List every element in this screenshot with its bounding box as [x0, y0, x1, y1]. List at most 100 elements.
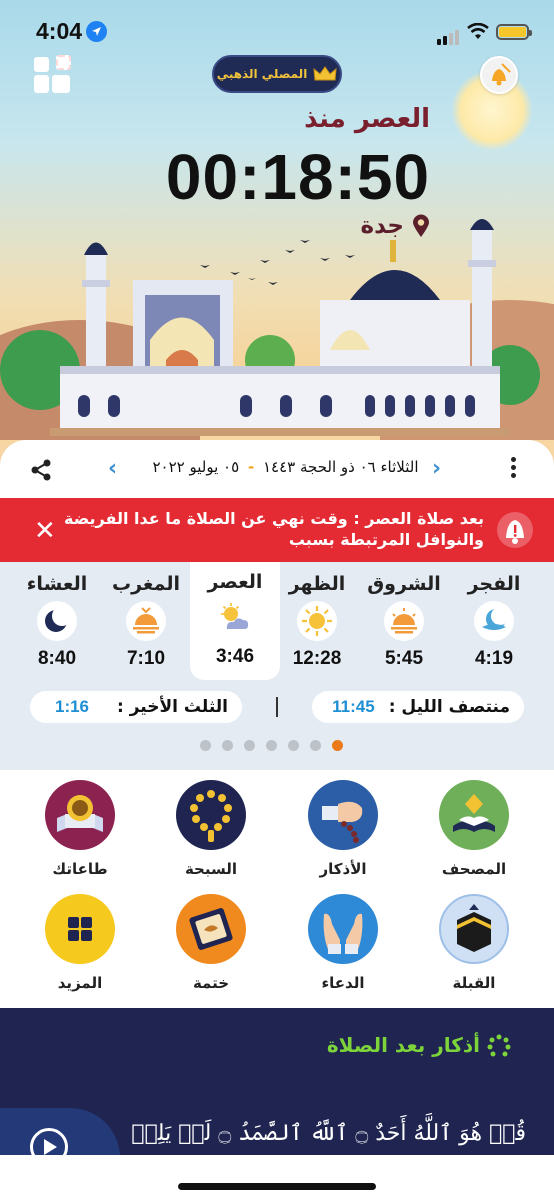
- bell-icon: [492, 63, 511, 86]
- feature-more[interactable]: المزيد: [20, 894, 140, 992]
- feature-achievements[interactable]: طاعاتك: [20, 780, 140, 878]
- midnight-pill: منتصف الليل : 11:45: [312, 691, 524, 723]
- prayer-panel: ‹ الثلاثاء ٠٦ ذو الحجة ١٤٤٣ - ٠٥ يوليو ٢…: [0, 440, 554, 770]
- feature-dua[interactable]: الدعاء: [283, 894, 403, 992]
- wifi-icon: [467, 23, 489, 39]
- medal-icon: [45, 780, 115, 850]
- dua-hands-icon: [308, 894, 378, 964]
- time-since-label: العصر منذ: [304, 104, 430, 134]
- alert-text: بعد صلاة العصر : وقت نهي عن الصلاة ما عد…: [64, 509, 484, 549]
- feature-label: السبحة: [184, 860, 238, 878]
- status-time: 4:04: [36, 18, 83, 44]
- prayer-time: 8:40: [37, 648, 77, 669]
- prohibited-time-alert: ✕ بعد صلاة العصر : وقت نهي عن الصلاة ما …: [0, 498, 554, 562]
- premium-badge[interactable]: المصلي الذهبي: [212, 55, 342, 93]
- date-display: الثلاثاء ٠٦ ذو الحجة ١٤٤٣ - ٠٥ يوليو ٢٠٢…: [148, 458, 423, 476]
- alert-close-button[interactable]: ✕: [34, 516, 56, 546]
- page-dot[interactable]: [200, 740, 211, 751]
- features-grid: المصحف الأذكار السبحة طاعاتك القبلة الدع…: [0, 770, 554, 1010]
- tasbih-beads-icon: [487, 1034, 511, 1057]
- prayer-time: 3:46: [215, 646, 255, 667]
- page-dot[interactable]: [222, 740, 233, 751]
- midnight-label: منتصف الليل :: [388, 697, 510, 717]
- kaaba-icon: [439, 894, 509, 964]
- signal-icon: [437, 26, 461, 45]
- feature-label: ختمة: [192, 974, 230, 992]
- notification-dot-icon: [56, 55, 71, 70]
- feature-label: طاعاتك: [52, 860, 108, 878]
- last-third-value: 1:16: [54, 697, 90, 716]
- prayer-name: العصر: [207, 571, 263, 593]
- page-dot[interactable]: [310, 740, 321, 751]
- prayer-times-row: الفجر 4:19 الشروق 5:45 الظهر 12:28 العصر…: [0, 562, 554, 684]
- feature-label: الدعاء: [321, 974, 365, 992]
- cloud-sun-icon: [215, 599, 255, 639]
- share-icon: [31, 459, 51, 481]
- more-options-button[interactable]: [505, 457, 521, 481]
- prayer-fajr[interactable]: الفجر 4:19: [449, 564, 539, 684]
- feature-label: القبلة: [452, 974, 496, 992]
- crown-icon: [313, 66, 337, 81]
- page-dot[interactable]: [244, 740, 255, 751]
- sun-icon: [297, 601, 337, 641]
- feature-tasbih[interactable]: السبحة: [151, 780, 271, 878]
- adhkar-title: أذكار بعد الصلاة: [326, 1033, 480, 1057]
- prayer-time: 4:19: [474, 648, 514, 669]
- prayer-sunrise[interactable]: الشروق 5:45: [359, 564, 449, 684]
- sunrise-icon: [384, 601, 424, 641]
- prayer-maghrib[interactable]: المغرب 7:10: [101, 564, 191, 684]
- prayer-isha[interactable]: العشاء 8:40: [12, 564, 102, 684]
- date-bar: ‹ الثلاثاء ٠٦ ذو الحجة ١٤٤٣ - ٠٥ يوليو ٢…: [0, 440, 554, 498]
- midnight-value: 11:45: [332, 697, 375, 716]
- last-third-pill: الثلث الأخير : 1:16: [30, 691, 242, 723]
- sunset-icon: [126, 601, 166, 641]
- last-third-label: الثلث الأخير :: [117, 697, 228, 717]
- page-indicator: [200, 740, 343, 751]
- date-separator: -: [247, 458, 255, 476]
- prayer-dhuhr[interactable]: الظهر 12:28: [272, 564, 362, 684]
- home-indicator[interactable]: [178, 1183, 376, 1190]
- battery-icon: [496, 24, 532, 40]
- location-arrow-icon: [86, 21, 107, 42]
- prayer-time: 12:28: [292, 648, 342, 669]
- page-dot[interactable]: [266, 740, 277, 751]
- feature-adhkar[interactable]: الأذكار: [283, 780, 403, 878]
- hijri-date: الثلاثاء ٠٦ ذو الحجة ١٤٤٣: [262, 458, 419, 476]
- feature-quran[interactable]: المصحف: [414, 780, 534, 878]
- prayer-name: المغرب: [111, 573, 181, 595]
- tasbih-icon: [176, 780, 246, 850]
- premium-label: المصلي الذهبي: [216, 67, 308, 81]
- prayer-asr-current[interactable]: العصر 3:46: [190, 562, 280, 680]
- prayer-name: العشاء: [26, 573, 88, 595]
- quran-icon: [439, 780, 509, 850]
- widgets-menu-button[interactable]: [34, 55, 71, 93]
- dhikr-verse: قُلۡ هُوَ ٱللَّهُ أَحَدٌ ۝ ٱللَّهُ ٱلصَّ…: [131, 1121, 526, 1146]
- hero-banner: 4:04 المصلي الذهبي العصر منذ 00:18:50 جد…: [0, 0, 554, 470]
- feature-khatma[interactable]: ختمة: [151, 894, 271, 992]
- prayer-time: 5:45: [384, 648, 424, 669]
- fajr-icon: [474, 601, 514, 641]
- page-dot[interactable]: [288, 740, 299, 751]
- feature-label: المزيد: [57, 974, 103, 992]
- prayer-time: 7:10: [126, 648, 166, 669]
- more-grid-icon: [45, 894, 115, 964]
- gregorian-date: ٠٥ يوليو ٢٠٢٢: [152, 458, 240, 476]
- page-dot-active[interactable]: [332, 740, 343, 751]
- next-day-chevron-icon[interactable]: ‹: [108, 456, 117, 481]
- feature-label: المصحف: [441, 860, 507, 878]
- prayer-name: الشروق: [367, 573, 441, 595]
- mosque-illustration: [0, 219, 540, 436]
- prayer-name: الظهر: [288, 573, 346, 595]
- notifications-button[interactable]: [480, 56, 518, 94]
- prayer-name: الفجر: [467, 573, 521, 595]
- feature-qibla[interactable]: القبلة: [414, 894, 534, 992]
- alarm-bell-icon: [497, 512, 533, 548]
- bottom-safe-area: [0, 1155, 554, 1200]
- feature-label: الأذكار: [319, 860, 367, 878]
- moon-icon: [37, 601, 77, 641]
- share-button[interactable]: [28, 457, 54, 483]
- dhikr-hand-icon: [308, 780, 378, 850]
- khatma-book-icon: [176, 894, 246, 964]
- pill-divider: [276, 697, 278, 717]
- previous-day-chevron-icon[interactable]: ›: [432, 456, 441, 481]
